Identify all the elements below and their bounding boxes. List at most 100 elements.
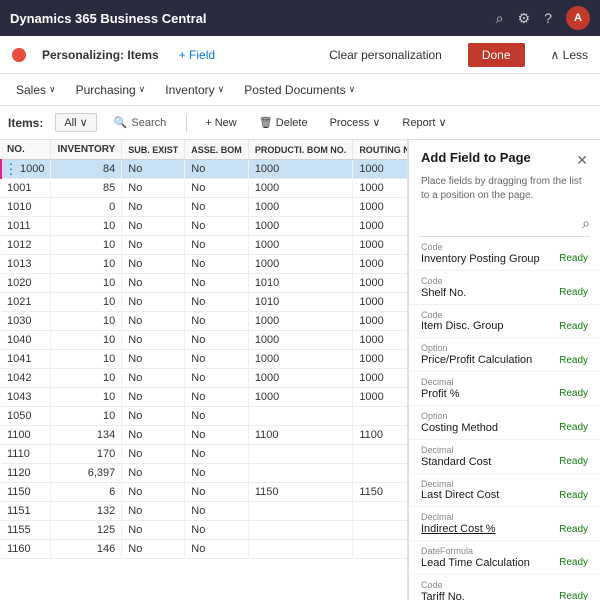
cell-no: 1155	[1, 521, 51, 540]
less-button[interactable]: ∧ Less	[551, 48, 588, 62]
cell-no: 1042	[1, 369, 51, 388]
cell-no: 1043	[1, 388, 51, 407]
delete-button[interactable]: 🗑 Delete	[252, 113, 315, 132]
cell-sub-exist: No	[122, 464, 185, 483]
avatar[interactable]: A	[566, 6, 590, 30]
table-row[interactable]: 102110NoNo10101000	[1, 293, 407, 312]
col-asse-bom[interactable]: ASSE. BOM	[185, 140, 249, 160]
table-row[interactable]: 1110170NoNo	[1, 445, 407, 464]
table-row[interactable]: 1160146NoNo	[1, 540, 407, 559]
field-list-item[interactable]: DecimalStandard CostReady	[409, 440, 600, 474]
settings-icon[interactable]: ⚙	[518, 10, 531, 27]
menu-item-inventory[interactable]: Inventory ∨	[157, 79, 232, 101]
table-row[interactable]: 101310NoNo10001000	[1, 255, 407, 274]
table-row[interactable]: 1155125NoNo	[1, 521, 407, 540]
panel-close-button[interactable]: ✕	[576, 152, 588, 169]
field-list-item[interactable]: CodeShelf No.Ready	[409, 271, 600, 305]
search-button[interactable]: 🔍 Search	[105, 112, 176, 133]
field-name: Last Direct Cost	[421, 489, 555, 501]
cell-routing-no	[353, 502, 407, 521]
field-list-item[interactable]: CodeTariff No.Ready	[409, 575, 600, 600]
table-row[interactable]: 11506NoNo11501150	[1, 483, 407, 502]
table-row[interactable]: 10100NoNo10001000	[1, 198, 407, 217]
menu-item-sales[interactable]: Sales ∨	[8, 79, 64, 101]
cell-inventory: 6	[51, 483, 122, 502]
cell-inventory: 132	[51, 502, 122, 521]
col-routing-no[interactable]: ROUTING NO.	[353, 140, 407, 160]
field-type: Option	[421, 411, 588, 422]
table-row[interactable]: 1100134NoNo11001100	[1, 426, 407, 445]
cell-inventory: 10	[51, 350, 122, 369]
field-list-item[interactable]: DecimalProfit %Ready	[409, 372, 600, 406]
new-button[interactable]: + New	[198, 114, 244, 132]
table-row[interactable]: 11206,397NoNo	[1, 464, 407, 483]
cell-sub-exist: No	[122, 369, 185, 388]
help-icon[interactable]: ?	[544, 10, 552, 26]
field-list-item[interactable]: DecimalLast Direct CostReady	[409, 474, 600, 508]
filter-all-button[interactable]: All ∨	[55, 113, 96, 132]
field-list-item[interactable]: OptionPrice/Profit CalculationReady	[409, 338, 600, 372]
cell-no: 1041	[1, 350, 51, 369]
table-row[interactable]: 101110NoNo10001000	[1, 217, 407, 236]
field-list-item[interactable]: DecimalIndirect Cost %Ready	[409, 507, 600, 541]
done-button[interactable]: Done	[468, 43, 525, 67]
cell-inventory: 10	[51, 312, 122, 331]
cell-produt-bom_no	[248, 445, 353, 464]
field-name: Price/Profit Calculation	[421, 354, 555, 366]
row-menu-dots[interactable]: ⋮	[4, 161, 18, 178]
cell-sub-exist: No	[122, 312, 185, 331]
report-button[interactable]: Report ∨	[395, 113, 453, 132]
cell-asse-bom: No	[185, 350, 249, 369]
menu-item-posted-documents[interactable]: Posted Documents ∨	[236, 79, 363, 101]
table-row[interactable]: 101210NoNo10001000	[1, 236, 407, 255]
table-row[interactable]: ⋮100084NoNo10001000	[1, 160, 407, 179]
table-row[interactable]: 100185NoNo10001000	[1, 179, 407, 198]
col-inventory[interactable]: INVENTORY	[51, 140, 122, 160]
field-name: Costing Method	[421, 422, 555, 434]
field-list-item[interactable]: CodeItem Disc. GroupReady	[409, 305, 600, 339]
cell-sub-exist: No	[122, 350, 185, 369]
cell-routing-no: 1000	[353, 217, 407, 236]
field-type: Decimal	[421, 377, 588, 388]
table-row[interactable]: 1151132NoNo	[1, 502, 407, 521]
cell-routing-no	[353, 521, 407, 540]
table-row[interactable]: 104010NoNo10001000	[1, 331, 407, 350]
cell-no: 1020	[1, 274, 51, 293]
clear-personalization-button[interactable]: Clear personalization	[329, 48, 442, 62]
menu-bar: Sales ∨ Purchasing ∨ Inventory ∨ Posted …	[0, 74, 600, 106]
field-list-item[interactable]: DateFormulaLead Time CalculationReady	[409, 541, 600, 575]
search-icon[interactable]: ⌕	[496, 10, 504, 27]
table-row[interactable]: 104310NoNo10001000	[1, 388, 407, 407]
add-field-button[interactable]: + Field	[179, 48, 215, 62]
table-row[interactable]: 104110NoNo10001000	[1, 350, 407, 369]
right-panel: Add Field to Page ✕ Place fields by drag…	[408, 140, 600, 600]
cell-asse-bom: No	[185, 521, 249, 540]
col-sub-exist[interactable]: SUB. EXIST	[122, 140, 185, 160]
field-name: Lead Time Calculation	[421, 557, 555, 569]
cell-asse-bom: No	[185, 217, 249, 236]
table-row[interactable]: 102010NoNo10101000	[1, 274, 407, 293]
field-list-item[interactable]: OptionCosting MethodReady	[409, 406, 600, 440]
cell-produt-bom_no	[248, 521, 353, 540]
cell-inventory: 6,397	[51, 464, 122, 483]
field-list-item[interactable]: CodeInventory Posting GroupReady	[409, 237, 600, 271]
menu-item-purchasing[interactable]: Purchasing ∨	[68, 79, 154, 101]
panel-search-icon[interactable]: ⌕	[582, 215, 590, 232]
table-row[interactable]: 103010NoNo10001000	[1, 312, 407, 331]
field-type: Code	[421, 276, 588, 287]
col-producti-bom-no[interactable]: PRODUCTI. BOM NO.	[248, 140, 353, 160]
cell-asse-bom: No	[185, 445, 249, 464]
cell-no: 1100	[1, 426, 51, 445]
cell-produt-bom_no	[248, 502, 353, 521]
cell-produt-bom_no: 1000	[248, 255, 353, 274]
cell-asse-bom: No	[185, 502, 249, 521]
cell-sub-exist: No	[122, 521, 185, 540]
col-no[interactable]: NO.	[1, 140, 51, 160]
table-row[interactable]: 104210NoNo10001000	[1, 369, 407, 388]
table-row[interactable]: 105010NoNo	[1, 407, 407, 426]
field-ready-status: Ready	[559, 355, 588, 366]
table-scroll[interactable]: NO. INVENTORY SUB. EXIST ASSE. BOM PRODU…	[0, 140, 407, 600]
cell-no: 1012	[1, 236, 51, 255]
field-ready-status: Ready	[559, 388, 588, 399]
process-button[interactable]: Process ∨	[323, 113, 388, 132]
